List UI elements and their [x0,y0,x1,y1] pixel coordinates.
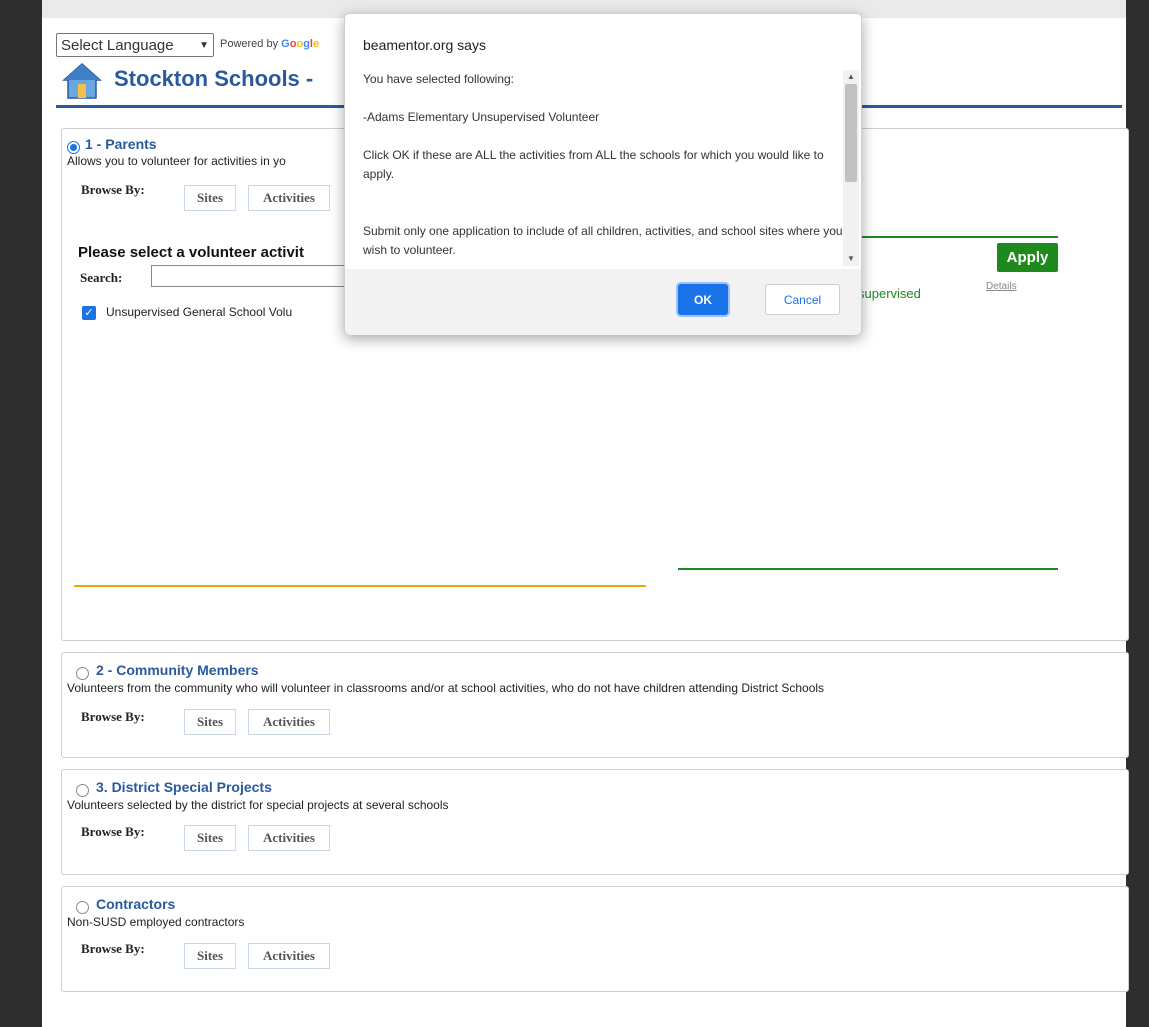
section-contractors [61,886,1129,992]
radio-community[interactable] [76,667,89,680]
browse-activities-tab[interactable]: Activities [248,185,330,211]
google-letter: g [303,38,310,50]
activity-list-divider [74,585,646,587]
dialog-message-line: Click OK if these are ALL the activities… [363,148,824,181]
dialog-message-line: -Adams Elementary Unsupervised Volunteer [363,110,600,124]
section-title-special-projects: 3. District Special Projects [96,779,272,795]
ok-button[interactable]: OK [678,284,728,315]
search-label: Search: [80,270,123,285]
browse-activities-tab[interactable]: Activities [248,709,330,735]
left-edge [0,0,42,1027]
confirm-dialog: beamentor.org says You have selected fol… [344,13,862,335]
site-title: Stockton Schools - [114,66,314,91]
cancel-button[interactable]: Cancel [765,284,840,315]
section-desc-special-projects: Volunteers selected by the district for … [67,798,449,812]
right-edge [1126,0,1149,1027]
section-title-parents: 1 - Parents [85,136,157,152]
radio-special-projects[interactable] [76,784,89,797]
dialog-message: You have selected following: -Adams Elem… [363,70,843,270]
radio-parents[interactable] [67,141,80,154]
section-title-contractors: Contractors [96,896,176,912]
dialog-scrollbar[interactable]: ▲ ▼ [843,70,859,266]
google-letter: G [281,38,290,50]
dialog-footer: OK Cancel [345,269,861,335]
section-desc-contractors: Non-SUSD employed contractors [67,915,245,929]
browse-activities-tab[interactable]: Activities [248,943,330,969]
section-desc-community: Volunteers from the community who will v… [67,681,825,695]
search-input[interactable] [151,265,347,287]
section-desc-parents: Allows you to volunteer for activities i… [67,154,286,168]
radio-contractors[interactable] [76,901,89,914]
browse-by-label: Browse By: [81,182,145,197]
google-letter: e [312,38,320,50]
scroll-down-icon[interactable]: ▼ [843,252,859,266]
language-select[interactable]: Select Language ▼ [56,33,214,57]
language-select-label: Select Language [61,36,174,54]
scroll-up-icon[interactable]: ▲ [843,70,859,84]
checkmark-icon: ✓ [84,306,94,319]
dialog-message-line: You have selected following: [363,72,514,86]
browse-sites-tab[interactable]: Sites [184,825,236,851]
chevron-down-icon: ▼ [199,39,209,51]
browse-sites-tab[interactable]: Sites [184,185,236,211]
dialog-message-line: Submit only one application to include o… [363,224,843,257]
dialog-title: beamentor.org says [363,37,486,53]
details-link[interactable]: Details [986,281,1017,292]
browse-by-label: Browse By: [81,824,145,839]
browse-sites-tab[interactable]: Sites [184,943,236,969]
section-title-community: 2 - Community Members [96,662,259,678]
volunteer-activity-heading: Please select a volunteer activit [78,244,304,261]
powered-by-google: Powered by Google [220,38,319,50]
browse-activities-tab[interactable]: Activities [248,825,330,851]
browse-sites-tab[interactable]: Sites [184,709,236,735]
selected-activity-text: supervised [858,286,921,301]
browse-by-label: Browse By: [81,941,145,956]
scroll-thumb[interactable] [845,84,857,182]
home-icon[interactable] [62,62,102,100]
apply-button[interactable]: Apply [997,243,1058,272]
activity-checkbox[interactable]: ✓ [82,306,96,320]
powered-by-label: Powered by [220,38,279,50]
browse-by-label: Browse By: [81,709,145,724]
selected-panel-bottom-rule [678,568,1058,570]
activity-checkbox-label: Unsupervised General School Volu [106,305,293,319]
